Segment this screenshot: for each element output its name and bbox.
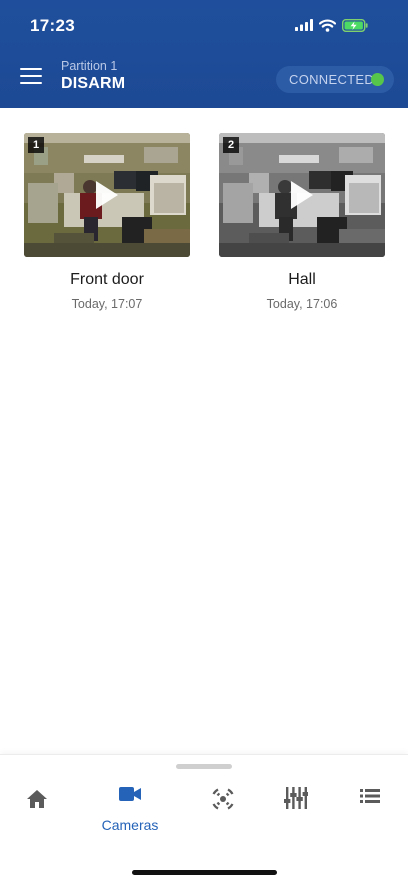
partition-label[interactable]: Partition 1	[61, 59, 117, 73]
camera-timestamp: Today, 17:06	[266, 297, 338, 311]
tab-home[interactable]	[17, 789, 57, 829]
arm-mode-label[interactable]: DISARM	[61, 75, 125, 93]
camera-name: Hall	[288, 271, 316, 288]
connection-status-dot	[371, 73, 384, 86]
hamburger-menu-icon[interactable]	[20, 68, 42, 86]
camera-card[interactable]: 1 Front door Today, 17:07	[24, 133, 190, 311]
camera-card[interactable]: 2 Hall Today, 17:06	[219, 133, 385, 311]
connection-status-text: CONNECTED	[289, 72, 375, 87]
status-time: 17:23	[30, 16, 75, 35]
wifi-icon	[319, 18, 336, 32]
video-camera-icon	[119, 787, 141, 801]
drag-handle[interactable]	[176, 764, 232, 769]
sensor-icon	[212, 788, 234, 810]
sliders-icon	[284, 787, 308, 809]
tab-sensors[interactable]	[203, 788, 243, 829]
home-icon	[27, 790, 47, 808]
play-icon[interactable]	[96, 181, 118, 209]
home-indicator[interactable]	[132, 870, 277, 875]
play-icon[interactable]	[291, 181, 313, 209]
status-icons	[295, 16, 368, 34]
camera-thumbnail[interactable]: 1	[24, 133, 190, 257]
camera-thumbnail[interactable]: 2	[219, 133, 385, 257]
camera-timestamp: Today, 17:07	[71, 297, 143, 311]
bottom-tab-bar: Cameras	[0, 754, 408, 884]
cellular-signal-icon	[295, 19, 313, 31]
battery-charging-icon	[342, 18, 368, 32]
tab-cameras-label[interactable]: Cameras	[92, 817, 168, 833]
connection-status-badge: CONNECTED	[276, 66, 394, 93]
list-icon	[360, 789, 380, 803]
app-header: 17:23 Partition 1 DISARM CONNECTED	[0, 0, 408, 108]
tab-controls[interactable]	[276, 787, 316, 829]
camera-number-badge: 2	[223, 137, 239, 153]
camera-name: Front door	[70, 271, 144, 288]
camera-number-badge: 1	[28, 137, 44, 153]
tab-events[interactable]	[350, 789, 390, 829]
